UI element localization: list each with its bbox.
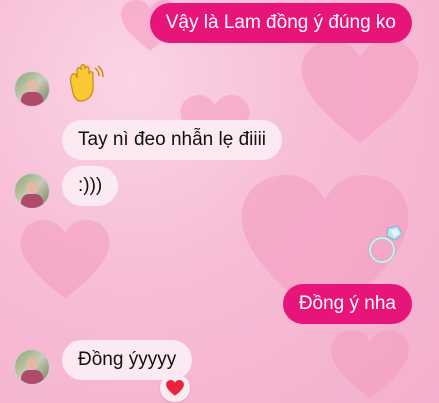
outgoing-message-bubble[interactable]: Vậy là Lam đồng ý đúng ko (149, 3, 412, 43)
chat-window: Vậy là Lam đồng ý đúng ko Tay nì đeo nhẫ… (0, 0, 439, 403)
avatar-face (26, 358, 38, 370)
background-heart-icon (331, 330, 409, 399)
background-heart-icon (20, 220, 110, 299)
incoming-message-bubble[interactable]: Tay nì đeo nhẫn lẹ điiii (62, 120, 283, 160)
ring-icon[interactable] (362, 222, 408, 268)
outgoing-message-bubble[interactable]: Đồng ý nha (282, 284, 412, 324)
avatar-shirt (21, 370, 43, 384)
avatar-shirt (21, 194, 43, 208)
avatar-shirt (21, 92, 43, 106)
heart-reaction[interactable] (160, 374, 190, 402)
incoming-message-bubble[interactable]: :))) (62, 166, 119, 206)
contact-avatar[interactable] (14, 349, 50, 385)
avatar-face (26, 182, 38, 194)
contact-avatar[interactable] (14, 71, 50, 107)
avatar-face (26, 80, 38, 92)
contact-avatar[interactable] (14, 173, 50, 209)
heart-reaction-icon (166, 380, 184, 396)
background-heart-icon (301, 40, 419, 143)
waving-hand-icon[interactable] (64, 62, 106, 104)
